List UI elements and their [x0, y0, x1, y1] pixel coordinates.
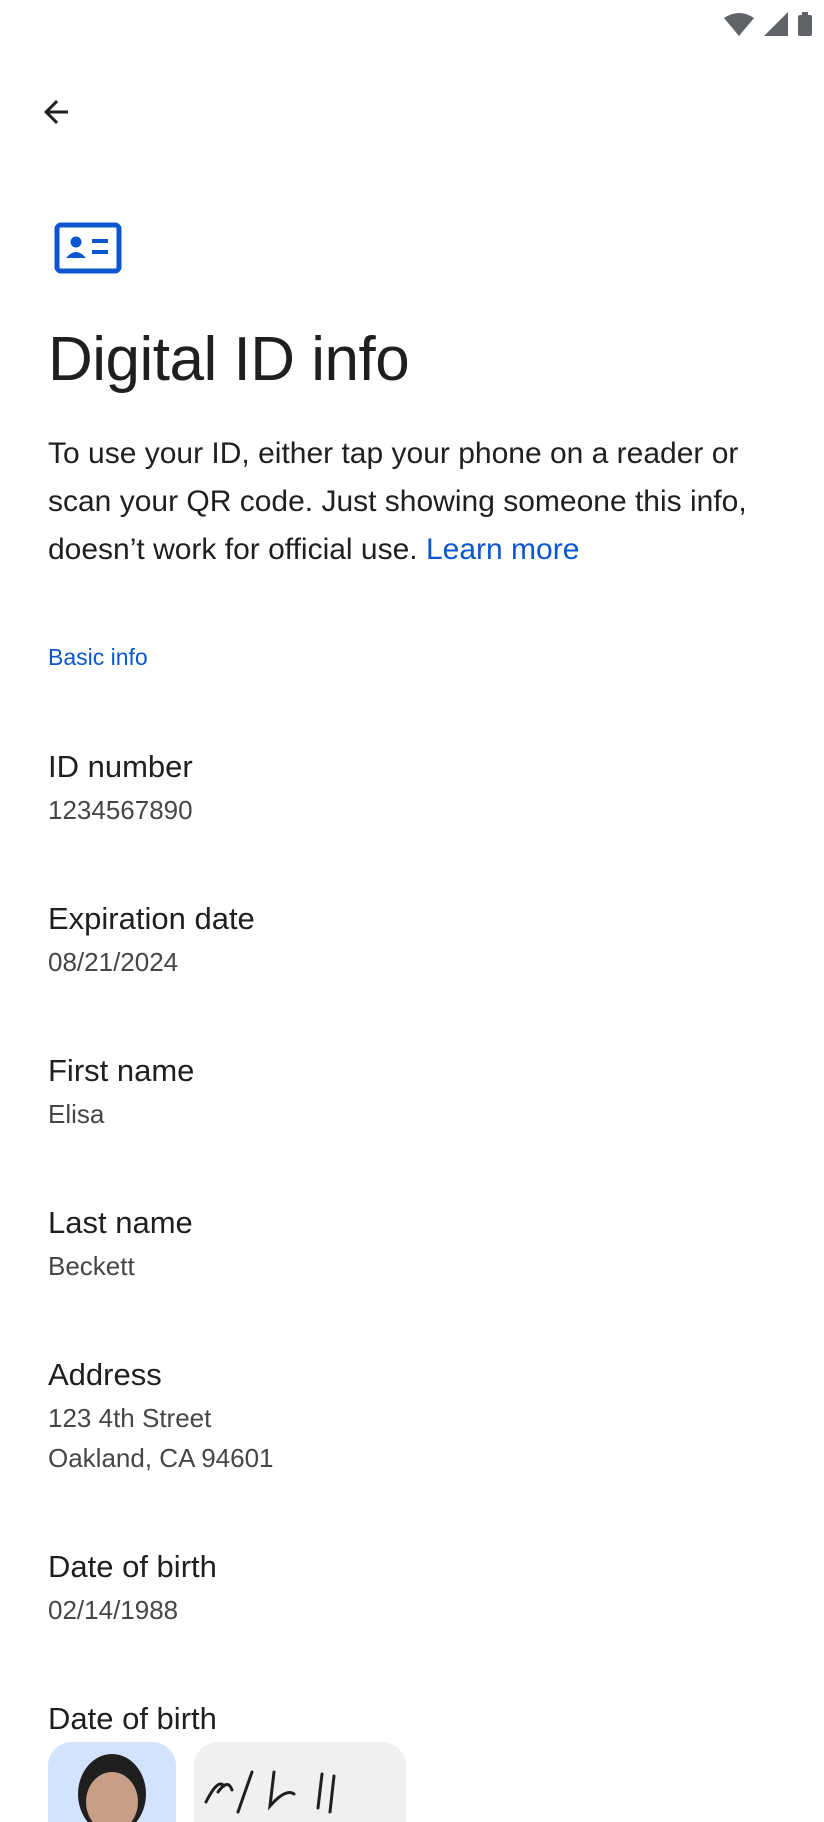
- field-label: Address: [48, 1357, 162, 1392]
- id-images-row: [48, 1742, 406, 1822]
- wifi-icon: [724, 13, 754, 36]
- field-expiration-date: Expiration date 08/21/2024: [48, 898, 788, 982]
- page-title: Digital ID info: [48, 325, 410, 394]
- field-label: Expiration date: [48, 901, 255, 936]
- field-label: Last name: [48, 1205, 193, 1240]
- field-label: ID number: [48, 749, 193, 784]
- field-value: Beckett: [48, 1251, 135, 1281]
- field-value: 1234567890: [48, 795, 193, 825]
- signal-icon: [764, 12, 788, 36]
- field-id-number: ID number 1234567890: [48, 746, 788, 830]
- back-button[interactable]: [30, 86, 82, 138]
- description-text: To use your ID, either tap your phone on…: [48, 437, 747, 566]
- id-photo[interactable]: [48, 1742, 176, 1822]
- field-label: First name: [48, 1053, 195, 1088]
- learn-more-link[interactable]: Learn more: [426, 533, 579, 566]
- field-value-line2: Oakland, CA 94601: [48, 1443, 274, 1473]
- id-card-icon: [54, 222, 122, 279]
- section-header-basic-info: Basic info: [48, 644, 148, 670]
- field-date-of-birth: Date of birth 02/14/1988: [48, 1546, 788, 1630]
- signature-icon: [194, 1742, 406, 1822]
- status-icons: [724, 12, 812, 36]
- field-label: Date of birth: [48, 1701, 217, 1736]
- page-description: To use your ID, either tap your phone on…: [48, 430, 788, 574]
- field-last-name: Last name Beckett: [48, 1202, 788, 1286]
- battery-icon: [798, 12, 812, 36]
- person-photo-icon: [48, 1742, 176, 1822]
- field-value: Elisa: [48, 1099, 105, 1129]
- id-signature[interactable]: [194, 1742, 406, 1822]
- field-value: 02/14/1988: [48, 1595, 179, 1625]
- field-first-name: First name Elisa: [48, 1050, 788, 1134]
- status-bar: [0, 0, 824, 48]
- arrow-back-icon: [44, 100, 68, 124]
- field-value-line1: 123 4th Street: [48, 1403, 212, 1433]
- field-date-of-birth-images: Date of birth: [48, 1698, 788, 1740]
- field-label: Date of birth: [48, 1549, 217, 1584]
- field-address: Address 123 4th Street Oakland, CA 94601: [48, 1354, 788, 1478]
- field-value: 08/21/2024: [48, 947, 179, 977]
